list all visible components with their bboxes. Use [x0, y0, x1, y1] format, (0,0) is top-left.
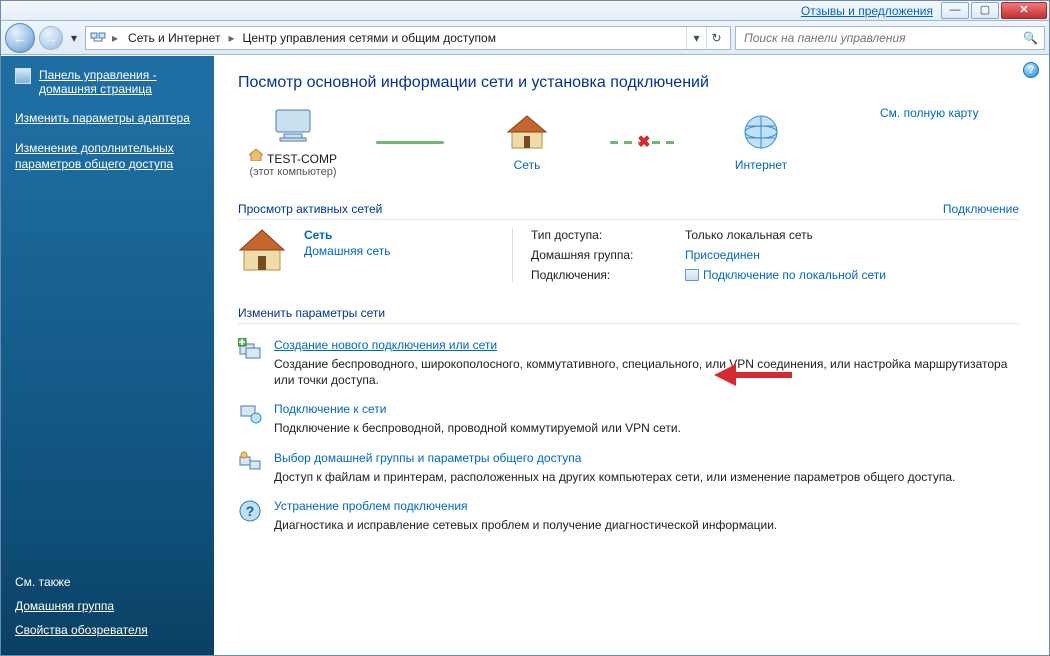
lan-connection-link[interactable]: Подключение по локальной сети [703, 268, 886, 282]
connections-value: Подключение по локальной сети [685, 268, 886, 282]
help-icon: ? [1028, 64, 1035, 76]
control-panel-home-link[interactable]: Панель управления - домашняя страница [15, 68, 200, 96]
map-node-network: Сеть [472, 112, 582, 172]
active-network-icon [238, 228, 286, 272]
globe-icon [738, 112, 784, 152]
search-input[interactable] [742, 30, 1023, 46]
troubleshoot-icon: ? [238, 499, 262, 523]
address-bar[interactable]: ▸ Сеть и Интернет ▸ Центр управления сет… [85, 26, 731, 50]
control-panel-window: Отзывы и предложения — ▢ ✕ ← → ▾ ▸ Сеть … [0, 0, 1050, 656]
connections-label: Подключения: [531, 268, 671, 282]
nav-back-button[interactable]: ← [5, 23, 35, 53]
task-new-connection-link[interactable]: Создание нового подключения или сети [274, 338, 1019, 352]
connection-line-ok [376, 141, 444, 144]
address-dropdown-button[interactable]: ▾ [686, 27, 706, 49]
map-node-internet: Интернет [706, 112, 816, 172]
svg-text:?: ? [246, 503, 255, 519]
access-type-value: Только локальная сеть [685, 228, 886, 242]
access-type-label: Тип доступа: [531, 228, 671, 242]
search-icon: 🔍 [1023, 31, 1038, 45]
maximize-button[interactable]: ▢ [971, 2, 999, 19]
connection-line-broken: ✖ [610, 141, 678, 144]
body: Панель управления - домашняя страница Из… [1, 55, 1049, 655]
sidebar-link-adapter-settings[interactable]: Изменить параметры адаптера [15, 110, 200, 126]
map-computer-label: TEST-COMP [267, 152, 337, 166]
minimize-icon: — [950, 5, 961, 16]
task-new-connection-desc: Создание беспроводного, широкополосного,… [274, 356, 1019, 388]
content: ? Посмотр основной информации сети и уст… [214, 56, 1049, 655]
lan-icon [685, 269, 699, 281]
nav-forward-button[interactable]: → [39, 26, 63, 50]
active-network-name[interactable]: Сеть [304, 228, 494, 242]
active-networks-heading: Просмотр активных сетей [238, 202, 382, 216]
homegroup-icon [238, 451, 262, 475]
task-troubleshoot-desc: Диагностика и исправление сетевых пробле… [274, 517, 777, 533]
network-center-icon [90, 30, 106, 46]
task-new-connection: Создание нового подключения или сети Соз… [238, 338, 1019, 388]
task-homegroup-link[interactable]: Выбор домашней группы и параметры общего… [274, 451, 955, 465]
titlebar: Отзывы и предложения — ▢ ✕ [1, 1, 1049, 21]
sidebar-link-internet-options[interactable]: Свойства обозревателя [15, 623, 200, 637]
breadcrumb-seg-center[interactable]: Центр управления сетями и общим доступом [238, 29, 500, 47]
see-full-map-link[interactable]: См. полную карту [880, 106, 979, 120]
refresh-button[interactable]: ↻ [706, 27, 726, 49]
map-internet-label[interactable]: Интернет [735, 158, 787, 172]
task-troubleshoot-link[interactable]: Устранение проблем подключения [274, 499, 777, 513]
task-connect-network-link[interactable]: Подключение к сети [274, 402, 681, 416]
map-network-label[interactable]: Сеть [514, 158, 541, 172]
nav-history-dropdown[interactable]: ▾ [67, 27, 81, 49]
homegroup-label: Домашняя группа: [531, 248, 671, 262]
search-box[interactable]: 🔍 [735, 26, 1045, 50]
see-also-heading: См. также [15, 575, 200, 589]
network-details-grid: Тип доступа: Только локальная сеть Домаш… [512, 228, 886, 282]
computer-icon [270, 106, 316, 146]
task-homegroup: Выбор домашней группы и параметры общего… [238, 451, 1019, 485]
task-homegroup-desc: Доступ к файлам и принтерам, расположенн… [274, 469, 955, 485]
arrow-right-icon: → [44, 30, 58, 46]
connect-network-icon [238, 402, 262, 426]
connection-broken-icon: ✖ [637, 132, 650, 152]
control-panel-home-label: Панель управления - домашняя страница [39, 68, 200, 96]
task-connect-network: Подключение к сети Подключение к беспров… [238, 402, 1019, 436]
active-network-row: Сеть Домашняя сеть Тип доступа: Только л… [238, 228, 1019, 282]
chevron-right-icon: ▸ [226, 31, 236, 45]
page-title: Посмотр основной информации сети и устан… [238, 74, 1019, 92]
home-overlay-icon [249, 149, 263, 164]
sidebar-link-homegroup[interactable]: Домашняя группа [15, 599, 200, 613]
arrow-left-icon: ← [13, 30, 27, 46]
active-network-type[interactable]: Домашняя сеть [304, 244, 494, 258]
feedback-link[interactable]: Отзывы и предложения [801, 4, 933, 18]
tasks-list: Создание нового подключения или сети Соз… [238, 338, 1019, 533]
help-button[interactable]: ? [1023, 62, 1039, 78]
breadcrumb: Сеть и Интернет ▸ Центр управления сетям… [124, 29, 682, 47]
close-button[interactable]: ✕ [1001, 2, 1047, 19]
task-troubleshoot: ? Устранение проблем подключения Диагнос… [238, 499, 1019, 533]
control-panel-icon [15, 68, 31, 84]
map-computer-sublabel: (этот компьютер) [249, 166, 336, 178]
new-connection-icon [238, 338, 262, 362]
network-map: TEST-COMP (этот компьютер) Сеть ✖ [238, 106, 1019, 178]
task-connect-network-desc: Подключение к беспроводной, проводной ко… [274, 420, 681, 436]
sidebar: Панель управления - домашняя страница Из… [1, 56, 214, 655]
close-icon: ✕ [1019, 5, 1028, 16]
sidebar-link-sharing-settings[interactable]: Изменение дополнительных параметров обще… [15, 140, 200, 172]
navbar: ← → ▾ ▸ Сеть и Интернет ▸ Центр управлен… [1, 21, 1049, 55]
minimize-button[interactable]: — [941, 2, 969, 19]
breadcrumb-seg-network[interactable]: Сеть и Интернет [124, 29, 224, 47]
maximize-icon: ▢ [980, 5, 990, 16]
change-settings-heading: Изменить параметры сети [238, 306, 1019, 324]
network-house-icon [504, 112, 550, 152]
homegroup-value-link[interactable]: Присоединен [685, 248, 886, 262]
chevron-right-icon: ▸ [110, 31, 120, 45]
connection-header-link[interactable]: Подключение [943, 202, 1019, 216]
map-node-computer: TEST-COMP (этот компьютер) [238, 106, 348, 178]
